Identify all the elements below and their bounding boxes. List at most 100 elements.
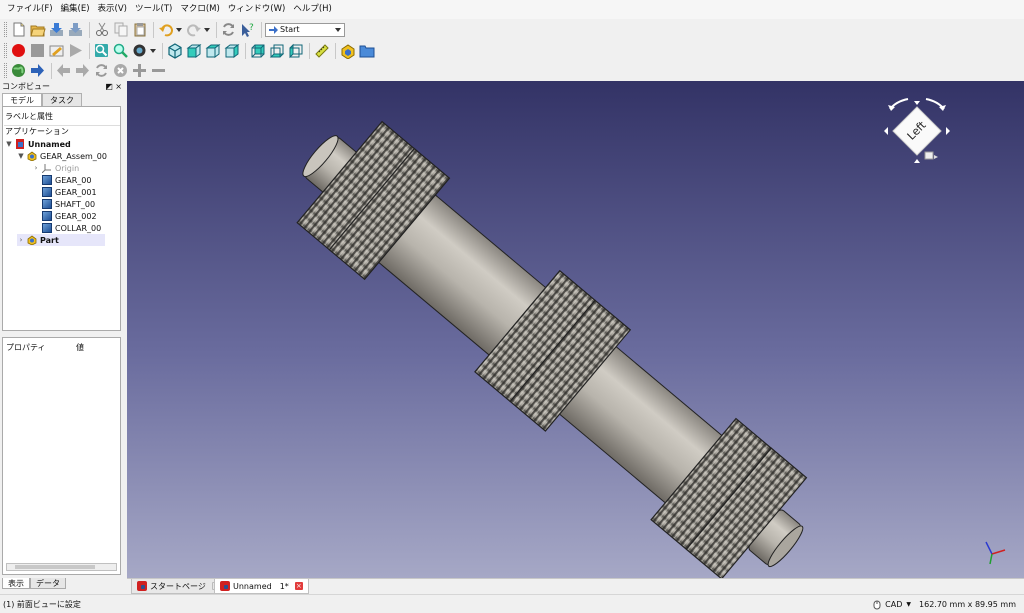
menu-help[interactable]: ヘルプ(H)	[289, 0, 336, 19]
workbench-selected: Start	[280, 25, 300, 34]
model-tree: ラベルと属性 アプリケーション ▼ Unnamed ▼ GEAR_Assem_0…	[2, 106, 121, 331]
tree-item-gear-002[interactable]: GEAR_002	[42, 210, 97, 222]
create-part-icon[interactable]	[339, 42, 356, 59]
web-refresh-icon[interactable]	[93, 62, 110, 79]
value-column-header[interactable]: 値	[76, 342, 84, 353]
tab-model[interactable]: モデル	[2, 93, 42, 106]
fit-selection-icon[interactable]	[112, 42, 129, 59]
web-stop-icon[interactable]	[112, 62, 129, 79]
new-file-icon[interactable]	[10, 21, 27, 38]
open-file-icon[interactable]	[29, 21, 46, 38]
dimension-readout: 162.70 mm x 89.95 mm	[919, 600, 1016, 609]
tree-item-origin[interactable]: › Origin	[32, 162, 79, 174]
workbench-selector[interactable]: Start	[265, 22, 345, 37]
axis-cross-icon	[985, 541, 1006, 565]
tree-item-shaft-00[interactable]: SHAFT_00	[42, 198, 95, 210]
menu-window[interactable]: ウィンドウ(W)	[224, 0, 290, 19]
tree-item-gear-001[interactable]: GEAR_001	[42, 186, 97, 198]
undo-icon[interactable]	[157, 21, 174, 38]
expand-arrow-icon[interactable]: ›	[32, 164, 40, 172]
run-macro-icon[interactable]	[67, 42, 84, 59]
panel-float-close-icon[interactable]: ◩ ×	[105, 81, 122, 93]
web-forward-nav-icon[interactable]	[29, 62, 46, 79]
record-macro-icon[interactable]	[10, 42, 27, 59]
application-header: アプリケーション	[5, 127, 69, 136]
mouse-icon	[873, 600, 881, 609]
tab-view-props[interactable]: 表示	[2, 578, 30, 589]
save-icon[interactable]	[48, 21, 65, 38]
view-top-icon[interactable]	[204, 42, 221, 59]
view-isometric-icon[interactable]	[166, 42, 183, 59]
close-icon[interactable]: ×	[294, 582, 303, 590]
combo-tabs: モデル タスク	[0, 93, 125, 106]
edit-macro-icon[interactable]	[48, 42, 65, 59]
menu-view[interactable]: 表示(V)	[94, 0, 131, 19]
whats-this-icon[interactable]: ?	[239, 21, 256, 38]
draw-style-icon[interactable]	[131, 42, 148, 59]
copy-icon[interactable]	[112, 21, 129, 38]
measure-icon[interactable]	[313, 42, 330, 59]
status-bar: (1) 前面ビューに設定 CAD ▼ 162.70 mm x 89.95 mm	[0, 594, 1024, 613]
menu-file[interactable]: ファイル(F)	[3, 0, 57, 19]
expand-arrow-icon[interactable]: ▼	[5, 140, 13, 148]
status-message: (1) 前面ビューに設定	[3, 599, 81, 609]
zoom-in-icon[interactable]	[131, 62, 148, 79]
property-tabs: 表示 データ	[2, 578, 66, 589]
chevron-down-icon	[335, 27, 341, 32]
draw-style-dropdown-icon[interactable]	[150, 48, 156, 53]
freecad-icon	[137, 581, 147, 591]
view-bottom-icon[interactable]	[268, 42, 285, 59]
menu-bar: ファイル(F) 編集(E) 表示(V) ツール(T) マクロ(M) ウィンドウ(…	[0, 0, 1024, 19]
create-group-icon[interactable]	[358, 42, 375, 59]
view-rear-icon[interactable]	[249, 42, 266, 59]
navigation-style[interactable]: CAD	[885, 600, 902, 609]
navigation-cube[interactable]: Left	[882, 95, 952, 170]
view-left-icon[interactable]	[287, 42, 304, 59]
3d-viewport[interactable]: Left	[127, 81, 1024, 578]
document-tab-bar: スタートページ × Unnamed 1* ×	[127, 578, 1024, 594]
view-right-icon[interactable]	[223, 42, 240, 59]
solid-body-icon	[42, 211, 52, 221]
tree-item-gear-assem[interactable]: ▼ GEAR_Assem_00	[17, 150, 107, 162]
stop-macro-icon[interactable]	[29, 42, 46, 59]
tree-item-part[interactable]: › Part	[17, 234, 105, 246]
origin-icon	[41, 163, 52, 174]
assembly-icon	[27, 151, 37, 162]
toolbar-row-3	[0, 60, 1024, 81]
menu-edit[interactable]: 編集(E)	[57, 0, 94, 19]
labels-attributes-header: ラベルと属性	[5, 112, 53, 121]
expand-arrow-icon[interactable]: ›	[17, 236, 25, 244]
tab-data-props[interactable]: データ	[30, 578, 66, 589]
tree-item-gear-00[interactable]: GEAR_00	[42, 174, 91, 186]
solid-body-icon	[42, 175, 52, 185]
chevron-down-icon[interactable]: ▼	[906, 601, 911, 608]
tab-start-page[interactable]: スタートページ ×	[131, 579, 226, 594]
combo-view-panel: コンボビュー ◩ × モデル タスク ラベルと属性 アプリケーション ▼ Unn…	[0, 81, 125, 594]
part-icon	[27, 235, 37, 246]
solid-body-icon	[42, 187, 52, 197]
tree-item-collar-00[interactable]: COLLAR_00	[42, 222, 101, 234]
web-back-icon[interactable]	[55, 62, 72, 79]
web-next-icon[interactable]	[74, 62, 91, 79]
redo-dropdown-icon[interactable]	[204, 27, 210, 32]
tab-unnamed[interactable]: Unnamed 1* ×	[214, 579, 309, 594]
property-view: プロパティ 値	[2, 337, 121, 575]
refresh-icon[interactable]	[220, 21, 237, 38]
horizontal-scrollbar[interactable]	[6, 563, 117, 571]
expand-arrow-icon[interactable]: ▼	[17, 152, 25, 160]
zoom-out-icon[interactable]	[150, 62, 167, 79]
undo-dropdown-icon[interactable]	[176, 27, 182, 32]
menu-tools[interactable]: ツール(T)	[131, 0, 176, 19]
save-as-icon[interactable]	[67, 21, 84, 38]
property-column-header[interactable]: プロパティ	[6, 342, 76, 353]
redo-icon[interactable]	[185, 21, 202, 38]
menu-macro[interactable]: マクロ(M)	[176, 0, 223, 19]
web-home-icon[interactable]	[10, 62, 27, 79]
tree-item-unnamed[interactable]: ▼ Unnamed	[5, 138, 71, 150]
property-header: プロパティ 値	[3, 338, 120, 357]
view-front-icon[interactable]	[185, 42, 202, 59]
paste-icon[interactable]	[131, 21, 148, 38]
fit-all-icon[interactable]	[93, 42, 110, 59]
cut-icon[interactable]	[93, 21, 110, 38]
tab-tasks[interactable]: タスク	[42, 93, 82, 106]
